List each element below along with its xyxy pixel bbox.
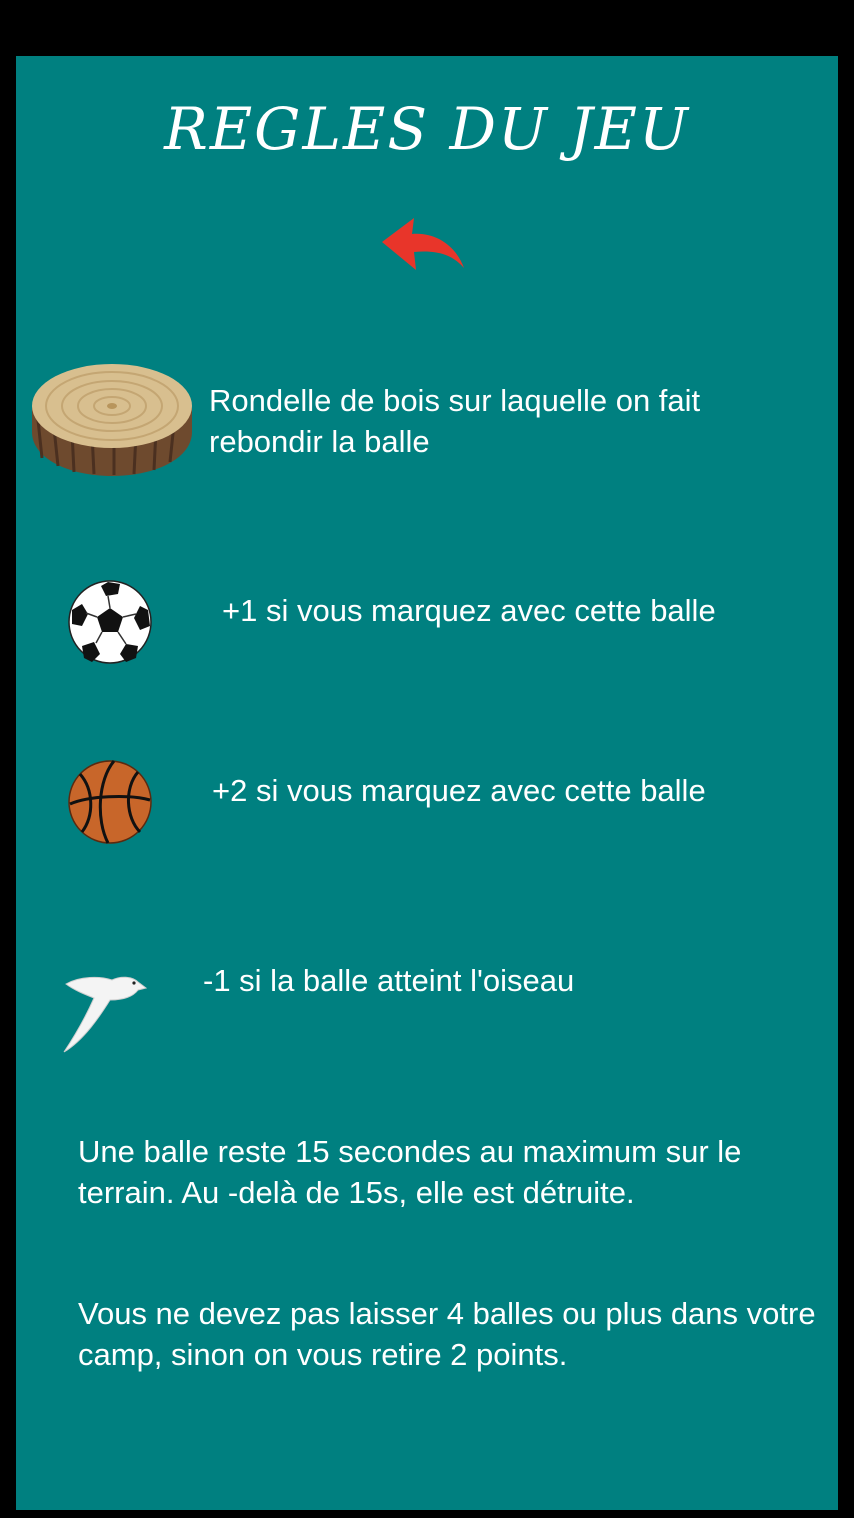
soccer-ball-icon — [68, 580, 152, 664]
rule-paragraph-time: Une balle reste 15 secondes au maximum s… — [78, 1134, 742, 1210]
rule-text-bird: -1 si la balle atteint l'oiseau — [203, 963, 575, 998]
basketball-icon — [68, 760, 152, 844]
page-title: REGLES DU JEU — [164, 95, 690, 163]
rule-text-basketball: +2 si vous marquez avec cette balle — [212, 773, 706, 808]
back-button[interactable] — [378, 212, 468, 276]
rule-paragraph-penalty: Vous ne devez pas laisser 4 balles ou pl… — [78, 1296, 816, 1372]
rule-text-soccer: +1 si vous marquez avec cette balle — [222, 593, 716, 628]
rule-text-wood: Rondelle de bois sur laquelle on fait re… — [209, 383, 701, 459]
bird-icon — [63, 976, 148, 1053]
wood-slice-icon — [32, 364, 192, 476]
rules-screen: REGLES DU JEU Rondelle de bois sur laque… — [16, 56, 838, 1510]
back-arrow-icon — [382, 218, 464, 270]
